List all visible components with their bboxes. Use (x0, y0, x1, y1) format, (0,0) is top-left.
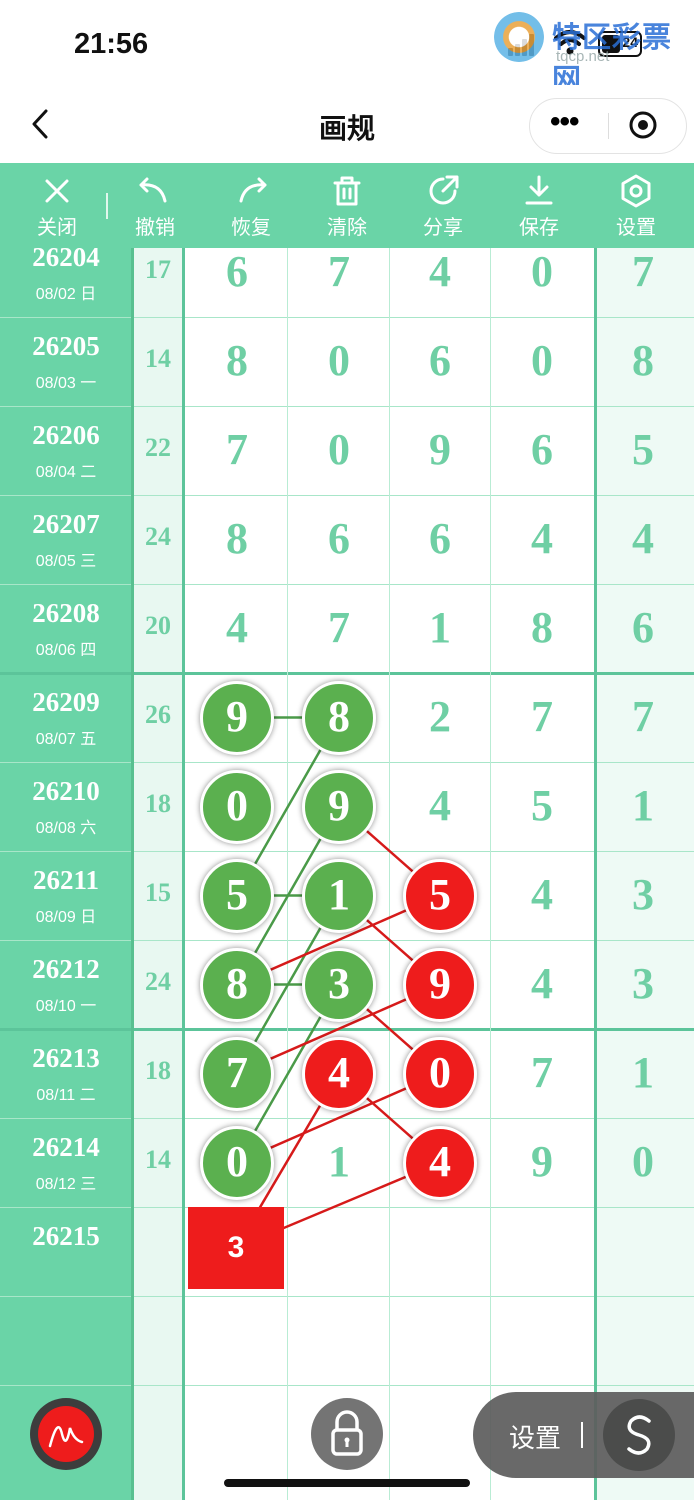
chart-grid[interactable]: 26204 08/02 日 17 6 7 4 0 7 26205 08/03 一 14 8 0 6 0… (0, 248, 694, 1500)
green-ball[interactable]: 7 (200, 1036, 274, 1111)
save-button[interactable]: 保存 (499, 163, 579, 248)
watermark: 特区彩票网 tqcp.net (492, 8, 692, 96)
nav-bar: 画规 ••• (0, 85, 694, 163)
status-time: 21:56 (74, 28, 149, 60)
redo-icon (239, 177, 267, 203)
green-ball[interactable]: 9 (302, 769, 376, 844)
redo-button[interactable]: 恢复 (211, 163, 291, 248)
green-ball[interactable]: 0 (200, 769, 274, 844)
drawing-toolbar: 关闭 撤销 恢复 清除 分享 保存 设置 (0, 163, 694, 248)
clear-button[interactable]: 清除 (307, 163, 387, 248)
settings-icon (621, 174, 651, 208)
close-label: 关闭 (37, 217, 77, 239)
more-icon[interactable]: ••• (550, 107, 590, 137)
prediction-box[interactable]: 3 (188, 1207, 284, 1289)
undo-label: 撤销 (135, 217, 175, 239)
red-ball[interactable]: 4 (403, 1125, 477, 1200)
green-ball[interactable]: 5 (200, 858, 274, 933)
undo-button[interactable]: 撤销 (115, 163, 195, 248)
settings-button[interactable]: 设置 (596, 163, 676, 248)
red-ball[interactable]: 4 (302, 1036, 376, 1111)
green-ball[interactable]: 0 (200, 1125, 274, 1200)
share-button[interactable]: 分享 (403, 163, 483, 248)
clear-label: 清除 (327, 217, 367, 239)
save-label: 保存 (519, 217, 559, 239)
red-ball[interactable]: 9 (403, 947, 477, 1022)
share-icon (429, 175, 459, 205)
green-ball[interactable]: 9 (200, 680, 274, 755)
close-button[interactable]: 关闭 (17, 163, 97, 248)
green-ball[interactable]: 8 (200, 947, 274, 1022)
green-ball[interactable]: 8 (302, 680, 376, 755)
settings-label: 设置 (616, 217, 656, 239)
close-icon (45, 179, 69, 203)
undo-icon (139, 177, 167, 203)
red-ball[interactable]: 0 (403, 1036, 477, 1111)
redo-label: 恢复 (231, 217, 271, 239)
red-ball[interactable]: 5 (403, 858, 477, 933)
trash-icon (333, 176, 361, 206)
toolbar-divider (106, 193, 108, 219)
share-label: 分享 (423, 217, 463, 239)
green-ball[interactable]: 1 (302, 858, 376, 933)
green-ball[interactable]: 3 (302, 947, 376, 1022)
watermark-url: tqcp.net (556, 48, 610, 65)
close-miniprogram-icon[interactable] (628, 110, 658, 140)
watermark-logo (494, 12, 544, 62)
miniprogram-capsule: ••• (529, 98, 687, 154)
status-bar: 21:56 24 特区彩票网 tqcp.net (0, 0, 694, 96)
download-icon (525, 175, 553, 205)
capsule-divider (608, 113, 609, 139)
